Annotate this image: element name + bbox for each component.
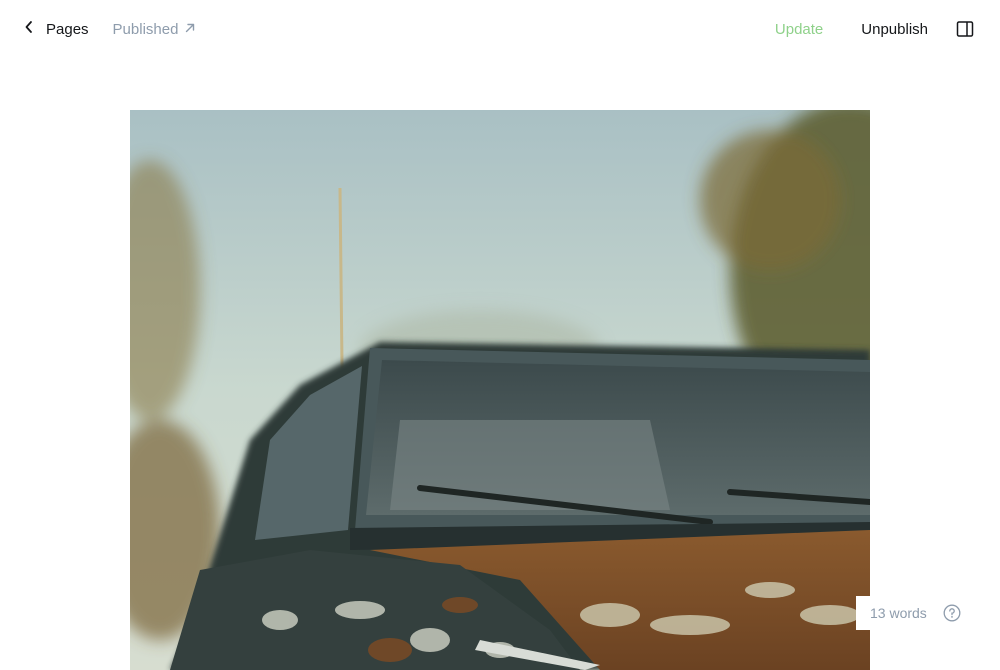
header-right: Update Unpublish	[775, 20, 974, 38]
arrow-up-right-icon	[178, 21, 196, 38]
question-circle-icon[interactable]	[943, 604, 961, 622]
feature-image[interactable]	[130, 110, 870, 670]
published-status-link[interactable]: Published	[113, 21, 197, 38]
sidebar-toggle-icon[interactable]	[956, 20, 974, 38]
unpublish-button[interactable]: Unpublish	[861, 21, 928, 38]
back-to-pages-link[interactable]: Pages	[24, 20, 89, 38]
header-left: Pages Published	[24, 20, 196, 38]
chevron-left-icon	[24, 20, 46, 38]
feature-photo-rusty-car	[130, 110, 870, 670]
update-button[interactable]: Update	[775, 21, 823, 38]
editor-header: Pages Published Update Unpublish	[0, 0, 1000, 58]
status-label: Published	[112, 20, 179, 38]
word-count-panel: 13 words	[856, 596, 1000, 630]
back-link-label: Pages	[46, 20, 89, 38]
word-count: 13 words	[870, 605, 927, 621]
